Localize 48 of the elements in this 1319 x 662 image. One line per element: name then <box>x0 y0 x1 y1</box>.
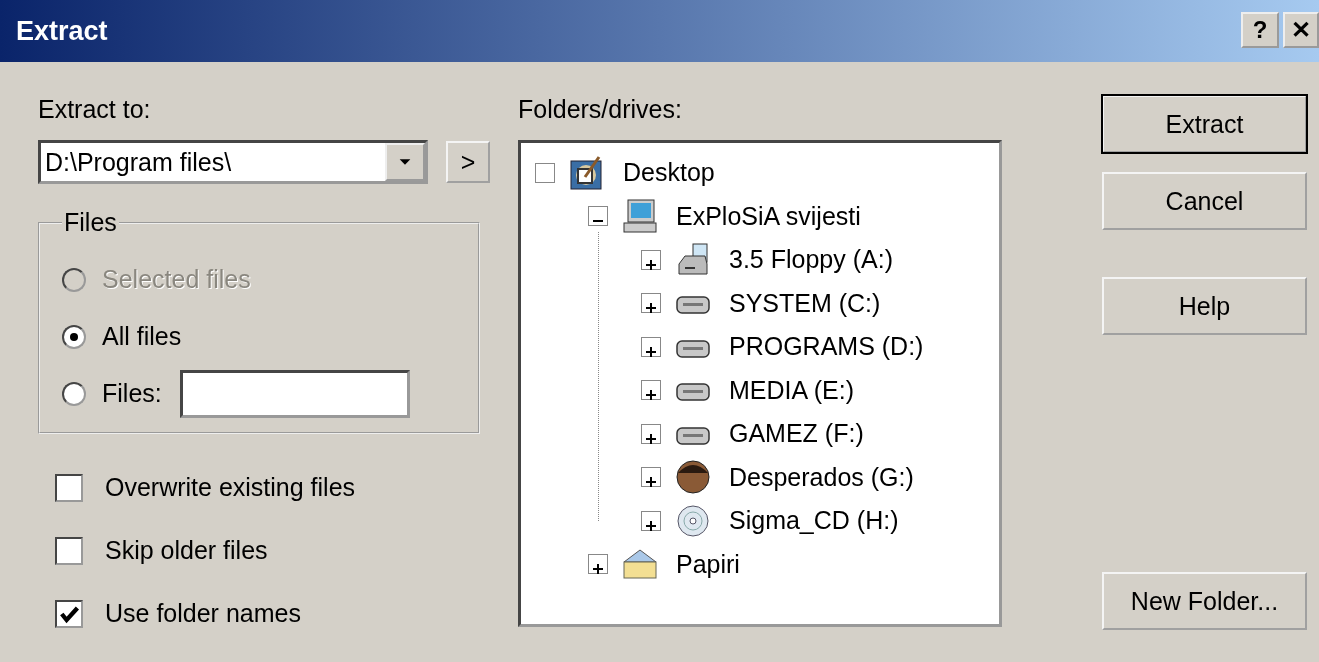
tree-item[interactable]: Sigma_CD (H:) <box>729 506 899 536</box>
expand-icon[interactable] <box>641 249 661 270</box>
checkbox[interactable] <box>55 473 83 502</box>
tree-item[interactable]: Papiri <box>676 549 740 579</box>
cd-icon <box>675 502 711 539</box>
folders-label: Folders/drives: <box>518 94 683 125</box>
expand-icon[interactable] <box>641 336 661 357</box>
tree-item[interactable]: 3.5 Floppy (A:) <box>729 245 893 275</box>
dialog-button[interactable]: Help <box>1102 277 1307 335</box>
radio-button[interactable] <box>62 324 86 349</box>
close-button[interactable]: ✕ <box>1283 12 1319 48</box>
desktop-icon <box>569 154 605 191</box>
collapse-icon[interactable] <box>588 206 608 227</box>
checkbox-label[interactable]: Overwrite existing files <box>105 473 356 502</box>
tree-item[interactable]: Desktop <box>623 158 715 188</box>
dialog-button[interactable]: Extract <box>1102 95 1307 153</box>
expand-icon[interactable] <box>641 423 661 444</box>
expand-icon[interactable] <box>641 467 661 488</box>
radio-label[interactable]: All files <box>102 322 182 351</box>
tree-item[interactable]: Desperados (G:) <box>729 462 914 492</box>
window-title: Extract <box>16 15 108 47</box>
tree-item[interactable]: SYSTEM (C:) <box>729 288 881 318</box>
dialog-button[interactable]: New Folder... <box>1102 572 1307 630</box>
checkbox[interactable] <box>55 599 83 628</box>
checkbox-label[interactable]: Skip older files <box>105 536 268 565</box>
round-emblem-icon <box>675 459 711 496</box>
tree-item[interactable]: PROGRAMS (D:) <box>729 332 924 362</box>
radio-button[interactable] <box>62 381 86 406</box>
group-title: Files <box>63 208 118 237</box>
path-combobox[interactable]: D:\Program files\ <box>38 140 428 184</box>
dialog-button[interactable]: Cancel <box>1102 172 1307 230</box>
expand-icon[interactable] <box>588 554 608 575</box>
extract-to-label: Extract to: <box>38 94 152 125</box>
radio-label[interactable]: Files: <box>102 379 162 408</box>
tree-node-box[interactable] <box>535 162 555 183</box>
floppy-drive-icon <box>675 241 711 278</box>
browse-button[interactable]: > <box>446 141 490 183</box>
expand-icon[interactable] <box>641 510 661 531</box>
checkbox-label[interactable]: Use folder names <box>105 599 301 628</box>
expand-icon[interactable] <box>641 293 661 314</box>
tree-item[interactable]: MEDIA (E:) <box>729 375 854 405</box>
checkbox[interactable] <box>55 536 83 565</box>
computer-icon <box>622 198 658 235</box>
tree-item[interactable]: GAMEZ (F:) <box>729 419 864 449</box>
tree-item[interactable]: ExPloSiA svijesti <box>676 201 861 231</box>
files-input-field[interactable] <box>179 369 410 418</box>
help-button[interactable]: ? <box>1241 12 1279 48</box>
expand-icon[interactable] <box>641 380 661 401</box>
